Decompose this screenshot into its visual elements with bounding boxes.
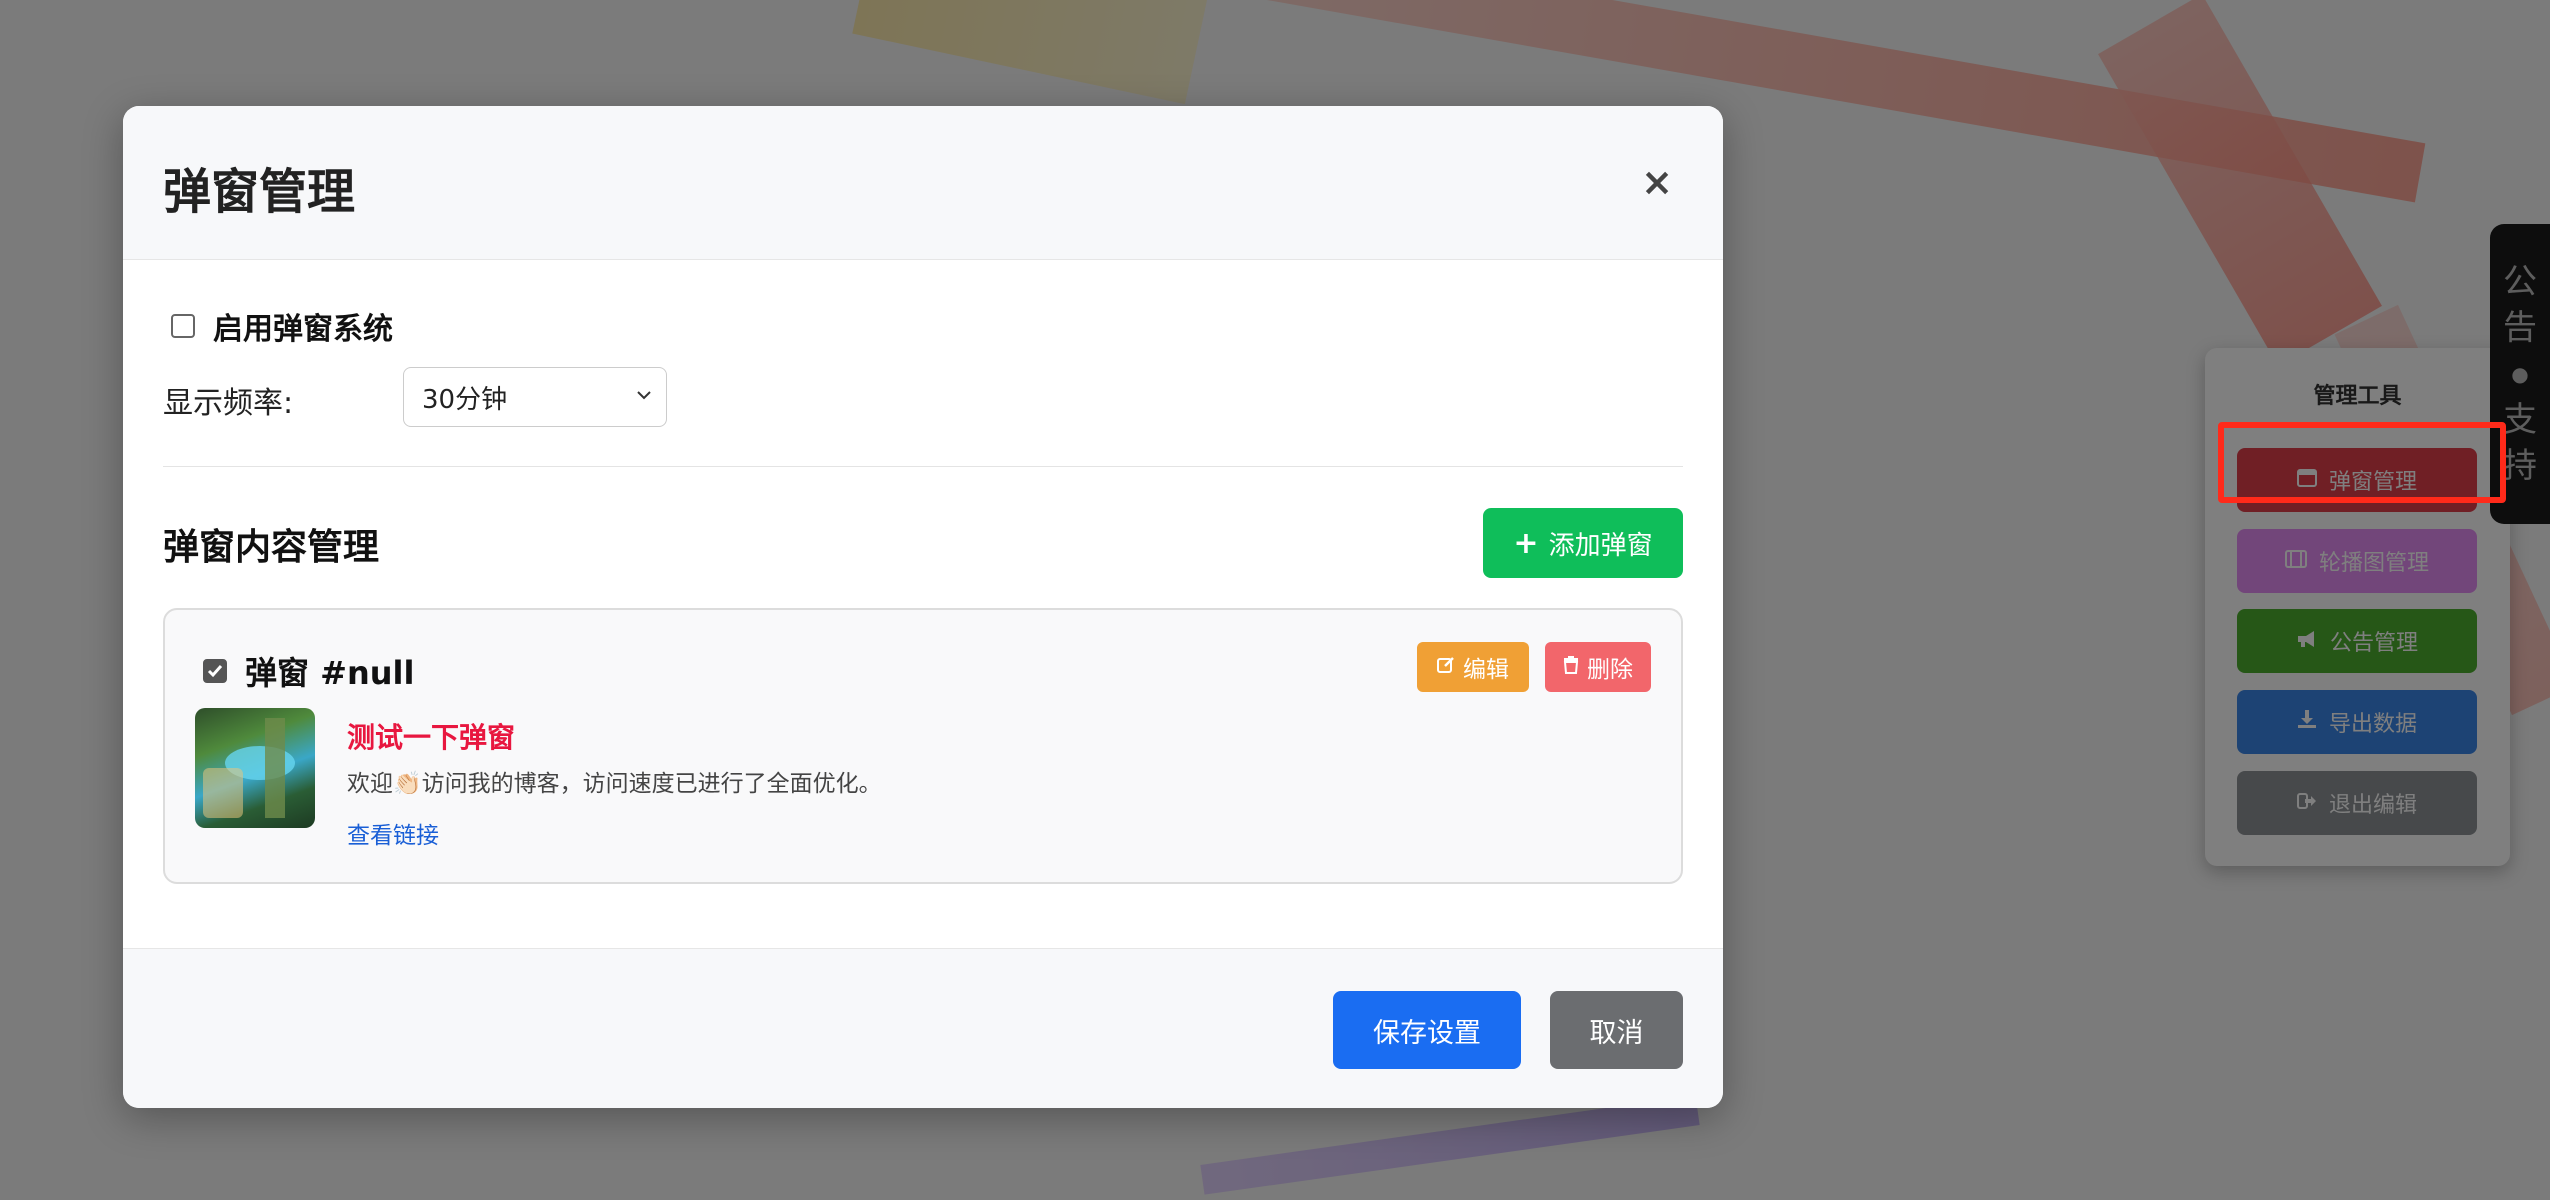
edit-popup-button[interactable]: 编辑 xyxy=(1417,642,1529,692)
enable-popup-checkbox[interactable] xyxy=(171,314,195,338)
cancel-button[interactable]: 取消 xyxy=(1550,991,1683,1069)
trash-icon xyxy=(1563,654,1579,680)
delete-popup-button[interactable]: 删除 xyxy=(1545,642,1651,692)
enable-popup-label: 启用弹窗系统 xyxy=(213,312,393,347)
chevron-down-icon xyxy=(636,384,652,409)
modal-title: 弹窗管理 xyxy=(163,164,356,220)
edit-popup-label: 编辑 xyxy=(1463,657,1509,683)
delete-popup-label: 删除 xyxy=(1587,657,1633,683)
frequency-label: 显示频率: xyxy=(163,386,294,421)
modal-header: 弹窗管理 × xyxy=(123,106,1723,260)
popup-card: 弹窗 #null 编辑 删除 测试一下弹窗 欢迎👏🏻访问我的博客，访问速度已进行… xyxy=(163,608,1683,884)
annotation-highlight-box xyxy=(2218,422,2506,503)
popup-card-checkbox[interactable] xyxy=(203,659,227,683)
popup-card-header: 弹窗 #null xyxy=(203,648,414,694)
section-divider xyxy=(163,466,1683,467)
add-popup-button[interactable]: + 添加弹窗 xyxy=(1483,508,1683,578)
popup-content-description: 欢迎👏🏻访问我的博客，访问速度已进行了全面优化。 xyxy=(347,771,882,797)
save-settings-button[interactable]: 保存设置 xyxy=(1333,991,1521,1069)
popup-content-title: 测试一下弹窗 xyxy=(347,721,516,754)
frequency-select-value: 30分钟 xyxy=(422,384,508,415)
popup-view-link[interactable]: 查看链接 xyxy=(347,816,439,850)
edit-icon xyxy=(1437,654,1455,680)
popup-card-title: 弹窗 #null xyxy=(245,654,415,692)
close-icon[interactable]: × xyxy=(1633,158,1681,206)
popup-thumbnail-image xyxy=(195,708,315,828)
plus-icon: + xyxy=(1513,525,1539,561)
frequency-select[interactable]: 30分钟 xyxy=(403,367,667,427)
enable-popup-row[interactable]: 启用弹窗系统 xyxy=(171,304,393,348)
popup-manage-modal: 弹窗管理 × 启用弹窗系统 显示频率: 30分钟 弹窗内容管理 + 添加弹窗 弹… xyxy=(123,106,1723,1108)
modal-footer: 保存设置 取消 xyxy=(123,948,1723,1108)
content-section-title: 弹窗内容管理 xyxy=(163,527,380,568)
add-popup-label: 添加弹窗 xyxy=(1548,530,1653,561)
